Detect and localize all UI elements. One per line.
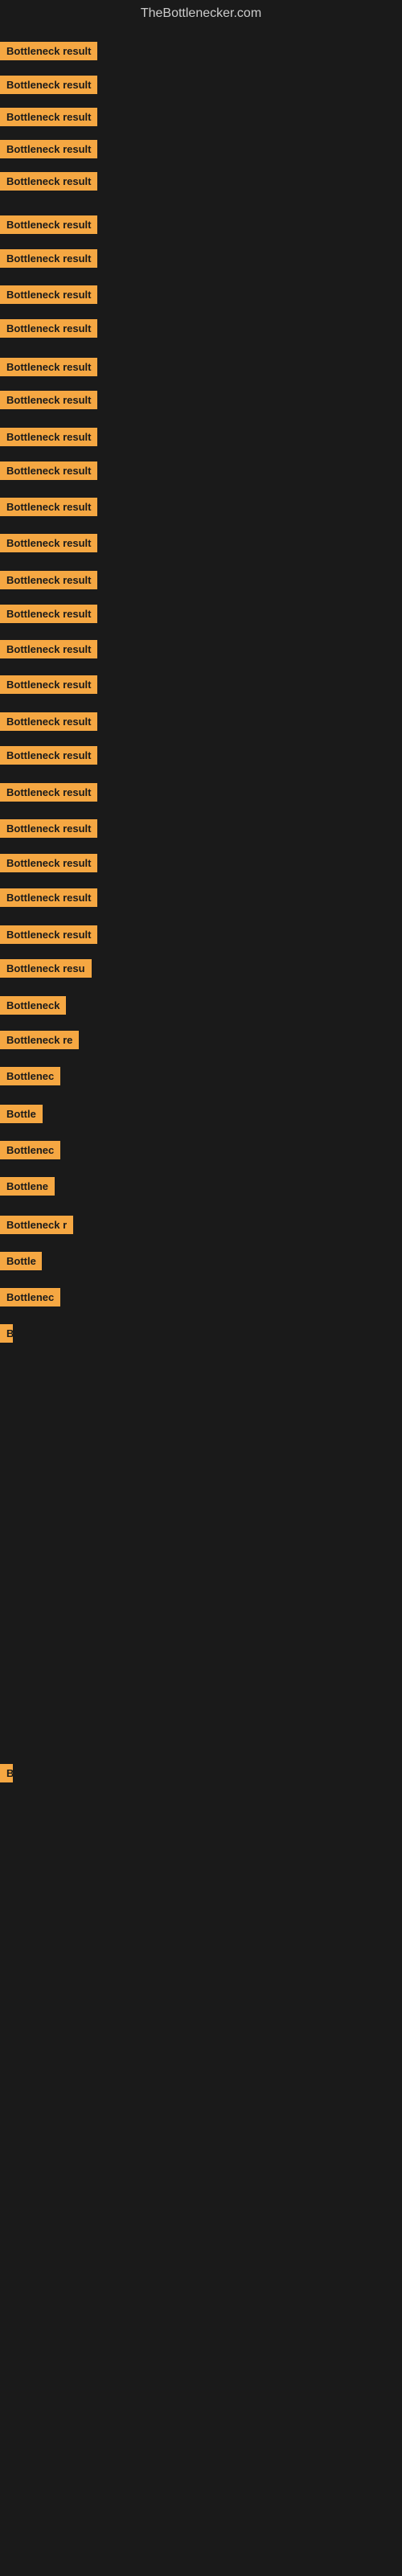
- bottleneck-result-item: Bottlene: [0, 1177, 55, 1200]
- bottleneck-result-label: Bottleneck result: [0, 746, 97, 765]
- bottleneck-result-item: Bottleneck result: [0, 534, 97, 556]
- bottleneck-result-item: Bottleneck r: [0, 1216, 73, 1238]
- bottleneck-result-label: B: [0, 1324, 13, 1343]
- bottleneck-result-label: Bottleneck result: [0, 428, 97, 446]
- bottleneck-result-item: Bottlenec: [0, 1141, 60, 1163]
- bottleneck-result-item: B: [0, 1324, 13, 1347]
- bottleneck-result-item: Bottleneck result: [0, 285, 97, 308]
- bottleneck-result-label: Bottleneck result: [0, 172, 97, 191]
- bottleneck-result-item: Bottleneck result: [0, 854, 97, 876]
- bottleneck-result-item: Bottleneck result: [0, 925, 97, 948]
- bottleneck-result-item: Bottleneck result: [0, 140, 97, 162]
- bottleneck-result-item: Bottlenec: [0, 1067, 60, 1089]
- bottleneck-result-item: Bottle: [0, 1252, 42, 1274]
- bottleneck-result-item: Bottleneck result: [0, 571, 97, 593]
- bottleneck-result-item: Bottleneck result: [0, 640, 97, 662]
- bottleneck-result-label: Bottleneck result: [0, 571, 97, 589]
- bottleneck-result-label: Bottleneck: [0, 996, 66, 1015]
- bottleneck-result-label: Bottleneck result: [0, 783, 97, 802]
- bottleneck-result-item: B: [0, 1764, 13, 1786]
- bottleneck-result-label: Bottleneck result: [0, 285, 97, 304]
- bottleneck-result-label: Bottleneck result: [0, 925, 97, 944]
- bottleneck-result-item: Bottleneck result: [0, 358, 97, 380]
- bottleneck-result-item: Bottleneck result: [0, 461, 97, 484]
- bottleneck-result-item: Bottleneck result: [0, 819, 97, 842]
- bottleneck-result-item: Bottle: [0, 1105, 43, 1127]
- bottleneck-result-item: Bottleneck result: [0, 428, 97, 450]
- site-title: TheBottlenecker.com: [0, 0, 402, 27]
- bottleneck-result-item: Bottleneck result: [0, 712, 97, 735]
- bottleneck-result-label: Bottlene: [0, 1177, 55, 1196]
- bottleneck-result-label: Bottleneck r: [0, 1216, 73, 1234]
- bottleneck-result-label: Bottlenec: [0, 1067, 60, 1085]
- bottleneck-result-item: Bottleneck result: [0, 319, 97, 342]
- bottleneck-result-label: Bottleneck result: [0, 391, 97, 409]
- bottleneck-result-item: Bottleneck resu: [0, 959, 92, 982]
- bottleneck-result-item: Bottleneck result: [0, 888, 97, 911]
- bottleneck-result-label: Bottleneck result: [0, 140, 97, 158]
- bottleneck-result-label: Bottleneck result: [0, 675, 97, 694]
- bottleneck-result-item: Bottleneck result: [0, 783, 97, 806]
- bottleneck-result-item: Bottleneck result: [0, 42, 97, 64]
- bottleneck-result-label: Bottleneck result: [0, 461, 97, 480]
- bottleneck-result-label: Bottlenec: [0, 1141, 60, 1159]
- bottleneck-result-label: Bottleneck result: [0, 215, 97, 234]
- bottleneck-result-label: B: [0, 1764, 13, 1782]
- bottleneck-result-label: Bottleneck result: [0, 888, 97, 907]
- bottleneck-result-item: Bottleneck result: [0, 675, 97, 698]
- bottleneck-result-label: Bottleneck result: [0, 819, 97, 838]
- bottleneck-result-label: Bottleneck result: [0, 249, 97, 268]
- bottleneck-result-label: Bottleneck result: [0, 712, 97, 731]
- bottleneck-result-label: Bottleneck result: [0, 319, 97, 338]
- bottleneck-result-label: Bottleneck resu: [0, 959, 92, 978]
- bottleneck-result-label: Bottleneck result: [0, 42, 97, 60]
- bottleneck-result-item: Bottleneck: [0, 996, 66, 1019]
- bottleneck-result-label: Bottleneck result: [0, 605, 97, 623]
- bottleneck-result-label: Bottleneck result: [0, 498, 97, 516]
- bottleneck-result-label: Bottle: [0, 1252, 42, 1270]
- bottleneck-result-label: Bottleneck result: [0, 358, 97, 376]
- bottleneck-result-label: Bottleneck result: [0, 76, 97, 94]
- bottleneck-result-item: Bottlenec: [0, 1288, 60, 1311]
- bottleneck-result-label: Bottlenec: [0, 1288, 60, 1306]
- bottleneck-result-item: Bottleneck result: [0, 249, 97, 272]
- bottleneck-result-item: Bottleneck result: [0, 391, 97, 413]
- bottleneck-result-item: Bottleneck result: [0, 215, 97, 238]
- bottleneck-result-item: Bottleneck result: [0, 108, 97, 130]
- bottleneck-result-item: Bottleneck result: [0, 605, 97, 627]
- bottleneck-result-item: Bottleneck re: [0, 1031, 79, 1053]
- bottleneck-result-item: Bottleneck result: [0, 76, 97, 98]
- bottleneck-result-label: Bottleneck result: [0, 108, 97, 126]
- bottleneck-result-item: Bottleneck result: [0, 172, 97, 195]
- bottleneck-result-item: Bottleneck result: [0, 498, 97, 520]
- bottleneck-result-label: Bottleneck result: [0, 534, 97, 552]
- bottleneck-result-label: Bottleneck result: [0, 640, 97, 658]
- bottleneck-result-label: Bottleneck result: [0, 854, 97, 872]
- bottleneck-result-label: Bottle: [0, 1105, 43, 1123]
- bottleneck-result-item: Bottleneck result: [0, 746, 97, 769]
- bottleneck-result-label: Bottleneck re: [0, 1031, 79, 1049]
